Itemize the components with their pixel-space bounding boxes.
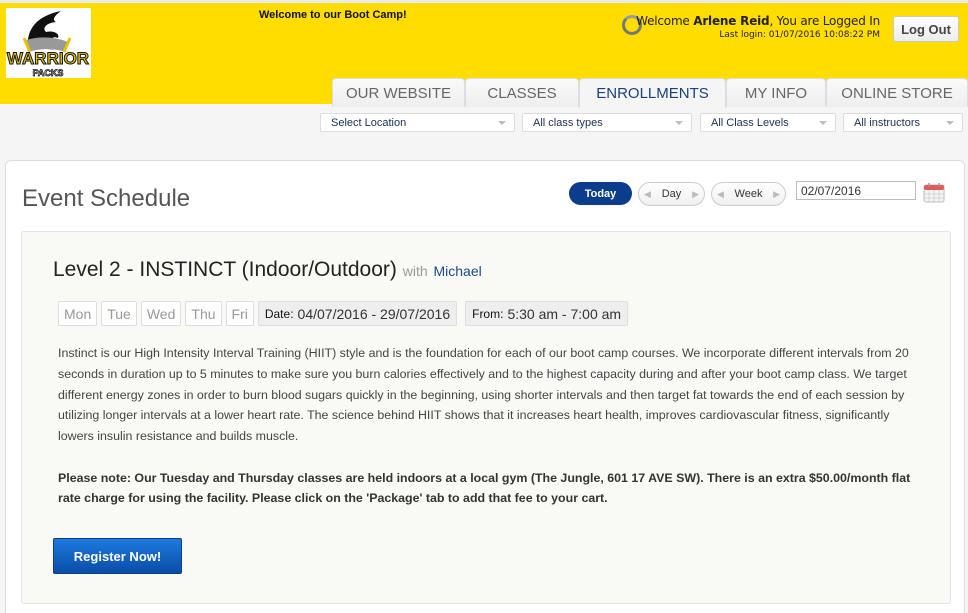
last-login: Last login: 01/07/2016 10:08:22 PM — [719, 30, 880, 40]
time-range-badge: From: 5:30 am - 7:00 am — [465, 301, 629, 326]
location-select-value: Select Location — [331, 117, 407, 129]
next-day-icon[interactable]: ▶ — [692, 189, 699, 200]
page-title: Event Schedule — [22, 185, 191, 212]
welcome-banner: Welcome to our Boot Camp! — [259, 9, 407, 21]
tab-classes[interactable]: CLASSES — [465, 78, 579, 107]
warrior-packs-logo[interactable]: WARRIOR PACKS — [6, 8, 91, 78]
tab-enrollments[interactable]: ENROLLMENTS — [579, 78, 726, 108]
welcome-message: Welcome Arlene Reid, You are Logged In — [636, 14, 880, 28]
event-name: Level 2 - INSTINCT (Indoor/Outdoor) — [53, 258, 397, 281]
svg-text:WARRIOR: WARRIOR — [7, 49, 89, 68]
user-status: Welcome Arlene Reid, You are Logged In L… — [622, 13, 880, 43]
next-week-icon[interactable]: ▶ — [773, 189, 780, 200]
svg-text:PACKS: PACKS — [33, 68, 64, 78]
day-badge: Mon — [58, 301, 98, 326]
welcome-prefix: Welcome — [636, 14, 694, 28]
calendar-icon[interactable] — [923, 181, 945, 203]
week-view-button[interactable]: Week — [735, 188, 763, 200]
day-navigator: ◀ Day ▶ — [638, 182, 705, 206]
chevron-down-icon — [675, 121, 683, 125]
helmet-logo-icon: WARRIOR PACKS — [6, 8, 91, 78]
chevron-down-icon — [946, 121, 954, 125]
date-range: 04/07/2016 - 29/07/2016 — [297, 305, 451, 322]
day-badge: Tue — [101, 301, 137, 326]
chevron-down-icon — [498, 121, 506, 125]
day-badge: Thu — [185, 301, 222, 326]
event-title: Level 2 - INSTINCT (Indoor/Outdoor) with… — [53, 258, 482, 282]
event-meta: Mon Tue Wed Thu Fri Date: 04/07/2016 - 2… — [58, 301, 629, 326]
main-nav-tabs: OUR WEBSITE CLASSES ENROLLMENTS MY INFO … — [332, 78, 968, 108]
previous-day-icon[interactable]: ◀ — [644, 189, 651, 200]
class-type-select[interactable]: All class types — [522, 113, 692, 132]
instructor-link[interactable]: Michael — [434, 263, 482, 279]
instructor-select-value: All instructors — [854, 117, 921, 129]
welcome-suffix: , You are Logged In — [769, 14, 880, 28]
chevron-down-icon — [819, 121, 827, 125]
class-type-select-value: All class types — [533, 117, 603, 129]
register-button[interactable]: Register Now! — [53, 538, 182, 574]
today-button[interactable]: Today — [569, 182, 632, 205]
event-schedule-panel: Event Schedule Today ◀ Day ▶ ◀ Week ▶ Le… — [5, 160, 965, 613]
previous-week-icon[interactable]: ◀ — [717, 189, 724, 200]
filter-bar: Select Location All class types All Clas… — [0, 113, 968, 133]
week-navigator: ◀ Week ▶ — [711, 182, 786, 206]
event-card: Level 2 - INSTINCT (Indoor/Outdoor) with… — [21, 231, 951, 604]
date-label: Date: — [264, 306, 294, 321]
instructor-select[interactable]: All instructors — [843, 113, 963, 132]
day-badge: Fri — [225, 301, 254, 326]
date-input[interactable] — [796, 181, 916, 200]
tab-my-info[interactable]: MY INFO — [726, 78, 826, 107]
user-name: Arlene Reid — [693, 14, 770, 28]
time-label: From: — [472, 306, 504, 321]
class-level-select-value: All Class Levels — [711, 117, 789, 129]
event-note: Please note: Our Tuesday and Thursday cl… — [58, 471, 911, 505]
location-select[interactable]: Select Location — [320, 113, 515, 132]
date-range-badge: Date: 04/07/2016 - 29/07/2016 — [257, 301, 458, 326]
event-description: Instinct is our High Intensity Interval … — [58, 346, 909, 444]
day-view-button[interactable]: Day — [662, 188, 682, 200]
day-badge: Wed — [140, 301, 182, 326]
time-range: 5:30 am - 7:00 am — [507, 305, 622, 322]
logout-button[interactable]: Log Out — [893, 16, 959, 42]
tab-online-store[interactable]: ONLINE STORE — [826, 78, 968, 107]
tab-our-website[interactable]: OUR WEBSITE — [332, 78, 465, 107]
with-label: with — [402, 263, 428, 279]
class-level-select[interactable]: All Class Levels — [700, 113, 836, 132]
header: WARRIOR PACKS Welcome to our Boot Camp! … — [0, 0, 968, 108]
